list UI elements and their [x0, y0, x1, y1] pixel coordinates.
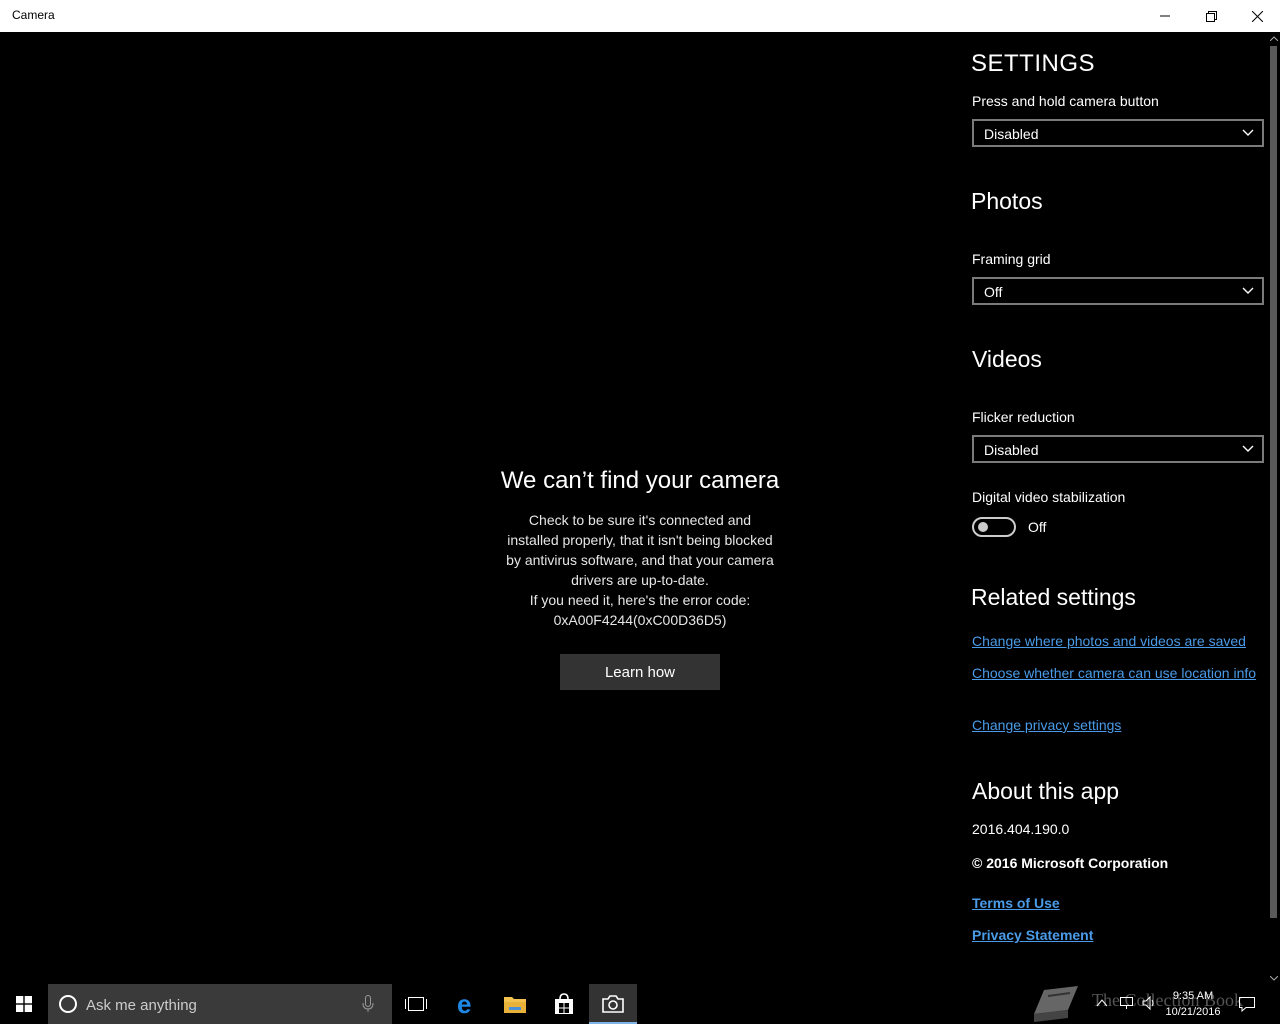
- error-line: by antivirus software, and that your cam…: [506, 552, 774, 568]
- app-version: 2016.404.190.0: [972, 821, 1070, 837]
- privacy-statement-link[interactable]: Privacy Statement: [972, 925, 1272, 945]
- edge-button[interactable]: e: [443, 984, 491, 1024]
- cortana-icon: [59, 995, 77, 1013]
- photo-save-location-link[interactable]: Change where photos and videos are saved: [972, 631, 1272, 651]
- location-info-link[interactable]: Choose whether camera can use location i…: [972, 663, 1262, 683]
- related-settings-header: Related settings: [971, 584, 1136, 610]
- clock-date: 10/21/2016: [1165, 1006, 1221, 1018]
- task-view-button[interactable]: [392, 984, 440, 1024]
- show-hidden-icons-icon[interactable]: [1096, 996, 1108, 1010]
- close-icon: [1251, 10, 1263, 22]
- framing-grid-select[interactable]: Off: [972, 277, 1264, 305]
- edge-icon: e: [457, 992, 471, 1016]
- framing-grid-value: Off: [984, 284, 1003, 300]
- cortana-search[interactable]: [48, 984, 392, 1024]
- store-button[interactable]: [540, 984, 588, 1024]
- stabilization-toggle[interactable]: [972, 517, 1016, 537]
- camera-button-select[interactable]: Disabled: [972, 119, 1264, 147]
- settings-panel: SETTINGS Press and hold camera button Di…: [962, 32, 1268, 984]
- scroll-down-icon[interactable]: [1268, 972, 1280, 984]
- scrollbar-thumb[interactable]: [1270, 46, 1277, 918]
- flicker-select[interactable]: Disabled: [972, 435, 1264, 463]
- svg-text:e: e: [457, 992, 471, 1016]
- error-line: Check to be sure it's connected and: [528, 512, 752, 528]
- restore-button[interactable]: [1188, 0, 1234, 32]
- privacy-settings-link[interactable]: Change privacy settings: [972, 715, 1272, 735]
- learn-how-button[interactable]: Learn how: [560, 654, 720, 690]
- taskbar-clock[interactable]: 9:35 AM 10/21/2016: [1160, 988, 1226, 1020]
- folder-icon: [504, 997, 526, 1013]
- photos-header: Photos: [971, 188, 1043, 214]
- chevron-down-icon: [1242, 287, 1254, 294]
- chevron-down-icon: [1242, 445, 1254, 452]
- about-header: About this app: [972, 778, 1120, 804]
- flicker-value: Disabled: [984, 442, 1039, 458]
- scroll-up-icon[interactable]: [1268, 32, 1280, 44]
- stabilization-state: Off: [1028, 519, 1047, 535]
- task-view-icon: [405, 997, 427, 1011]
- error-line: installed properly, that it isn't being …: [507, 532, 773, 548]
- store-icon: [555, 993, 573, 1014]
- error-line: drivers are up-to-date.: [571, 572, 709, 588]
- minimize-icon: [1160, 15, 1170, 17]
- book-logo-icon: [1034, 986, 1078, 1022]
- toggle-knob: [978, 522, 988, 532]
- camera-button-label: Press and hold camera button: [972, 93, 1159, 109]
- minimize-button[interactable]: [1142, 0, 1188, 32]
- camera-button-value: Disabled: [984, 126, 1039, 142]
- window-title: Camera: [12, 8, 55, 22]
- camera-icon: [602, 995, 624, 1013]
- error-title: We can’t find your camera: [500, 467, 780, 494]
- close-button[interactable]: [1234, 0, 1280, 32]
- settings-scrollbar[interactable]: [1268, 32, 1280, 984]
- camera-app-button[interactable]: [589, 984, 637, 1024]
- taskbar: e The Collection Book 9:35: [0, 984, 1280, 1024]
- windows-logo-icon: [16, 996, 32, 1012]
- title-bar: Camera: [0, 0, 1280, 32]
- framing-grid-label: Framing grid: [972, 251, 1051, 267]
- error-line: If you need it, here's the error code:: [529, 592, 751, 608]
- settings-header: SETTINGS: [971, 50, 1096, 77]
- flicker-label: Flicker reduction: [972, 409, 1075, 425]
- stabilization-label: Digital video stabilization: [972, 489, 1126, 505]
- clock-time: 9:35 AM: [1172, 990, 1214, 1002]
- file-explorer-button[interactable]: [491, 984, 539, 1024]
- volume-icon[interactable]: [1142, 996, 1158, 1010]
- copyright: © 2016 Microsoft Corporation: [972, 855, 1169, 871]
- error-message: Check to be sure it's connected and inst…: [480, 510, 800, 630]
- start-button[interactable]: [0, 984, 48, 1024]
- search-input[interactable]: [84, 994, 348, 1016]
- action-center-icon[interactable]: [1238, 996, 1256, 1012]
- network-icon[interactable]: [1119, 996, 1135, 1010]
- restore-icon: [1205, 10, 1217, 22]
- camera-error: We can’t find your camera Check to be su…: [480, 466, 800, 690]
- chevron-down-icon: [1242, 129, 1254, 136]
- terms-of-use-link[interactable]: Terms of Use: [972, 893, 1272, 913]
- microphone-icon[interactable]: [362, 995, 374, 1013]
- videos-header: Videos: [972, 346, 1042, 372]
- error-code: 0xA00F4244(0xC00D36D5): [553, 612, 727, 628]
